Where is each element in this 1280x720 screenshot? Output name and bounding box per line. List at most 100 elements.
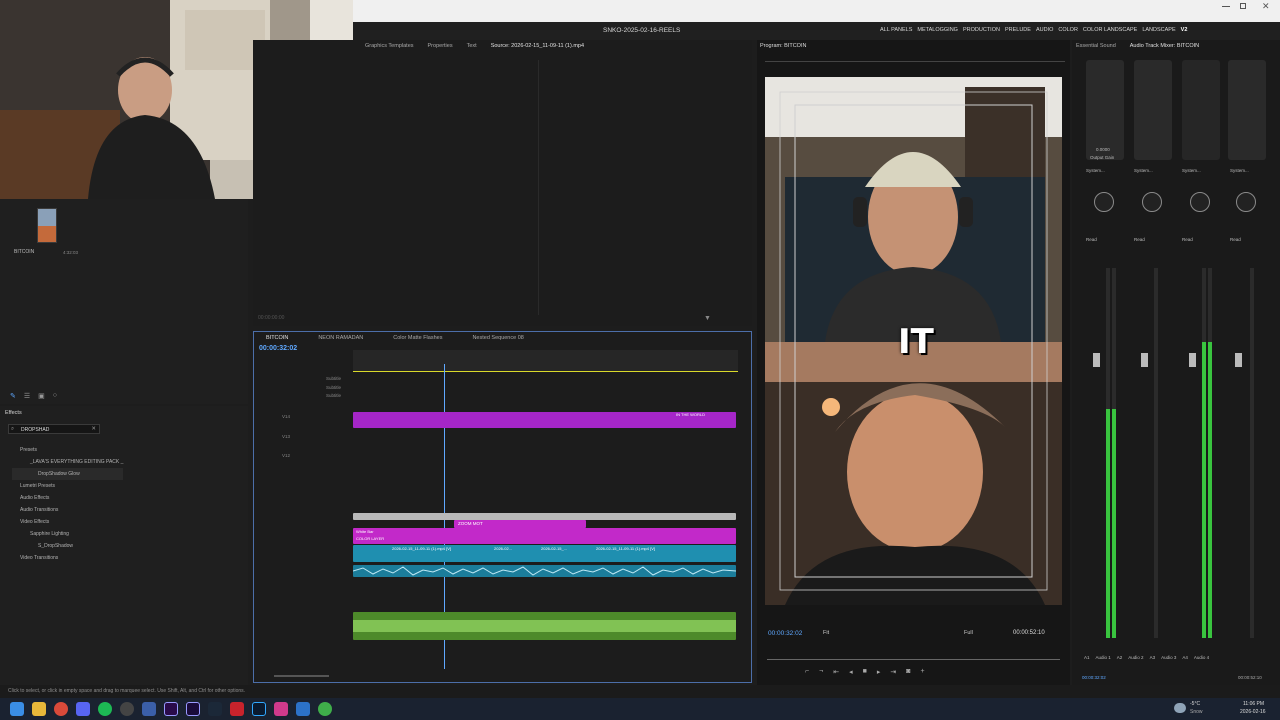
step-forward-icon[interactable]: ▸ [877, 668, 881, 676]
adjustment-clip[interactable] [353, 513, 736, 520]
tree-item[interactable]: Audio Effects [12, 492, 123, 504]
spotify-icon[interactable] [98, 702, 112, 716]
tree-item[interactable]: Audio Transitions [12, 504, 123, 516]
track-label[interactable]: Subtitle [274, 392, 349, 401]
tree-item[interactable]: _LAVA'S EVERYTHING EDITING PACK _ [12, 456, 123, 468]
zoom-slider-icon[interactable]: ○ [53, 392, 57, 400]
tree-item[interactable]: Video Effects [12, 516, 123, 528]
camera-icon[interactable]: ◙ [906, 668, 910, 676]
track-label[interactable]: Subtitle [274, 384, 349, 393]
fader[interactable] [1141, 353, 1148, 367]
windows-start-icon[interactable] [10, 702, 24, 716]
timeline-scrollbar[interactable] [274, 675, 329, 677]
tab-essential-sound[interactable]: Essential Sound [1076, 43, 1116, 49]
workspace-tab[interactable]: PRODUCTION [963, 27, 1000, 33]
tree-item[interactable]: Presets [12, 444, 123, 456]
discord-icon[interactable] [76, 702, 90, 716]
effects-search-input[interactable]: ⌕ DROPSHAD ✕ [8, 424, 100, 434]
pan-knob[interactable] [1236, 192, 1256, 212]
vpn-icon[interactable] [142, 702, 156, 716]
tab-source[interactable]: Source: 2026-02-15_11-09-11 (1).mp4 [491, 43, 584, 49]
tree-item[interactable]: S_DropShadow [12, 540, 123, 552]
app-green-icon[interactable] [318, 702, 332, 716]
time-ruler[interactable] [353, 350, 738, 372]
track-label[interactable]: V14 [274, 413, 349, 422]
photoshop-icon[interactable] [252, 702, 266, 716]
quality-dropdown[interactable]: Full [964, 630, 973, 636]
pencil-icon[interactable]: ✎ [10, 392, 16, 400]
mark-out-icon[interactable]: ¬ [819, 668, 823, 676]
workspace-tab[interactable]: PRELUDE [1005, 27, 1031, 33]
tree-item[interactable]: Video Transitions [12, 552, 123, 564]
clock-time[interactable]: 11:06 PM [1243, 701, 1264, 707]
channel-input-1[interactable]: System... [1086, 168, 1105, 173]
icon-view-icon[interactable]: ▣ [38, 392, 45, 400]
minimize-icon[interactable] [1222, 6, 1230, 7]
fader[interactable] [1093, 353, 1100, 367]
app-pink-icon[interactable] [274, 702, 288, 716]
clear-search-icon[interactable]: ✕ [91, 426, 96, 432]
step-back-icon[interactable]: ◂ [849, 668, 853, 676]
stop-icon[interactable]: ■ [863, 668, 867, 676]
maximize-icon[interactable] [1240, 3, 1246, 9]
tab-neon-ramadan[interactable]: NEON RAMADAN [318, 335, 363, 341]
workspace-tab[interactable]: ALL PANELS [880, 27, 912, 33]
pan-knob[interactable] [1190, 192, 1210, 212]
bin-thumbnail[interactable] [37, 208, 57, 243]
pan-knob[interactable] [1142, 192, 1162, 212]
app-red-icon[interactable] [230, 702, 244, 716]
chrome-icon[interactable] [54, 702, 68, 716]
pan-knob[interactable] [1094, 192, 1114, 212]
tree-item[interactable]: DropShadow Glow [12, 468, 124, 480]
audio-clip-a1[interactable] [352, 565, 737, 577]
tab-text[interactable]: Text [467, 43, 477, 49]
workspace-tab[interactable]: METALOGGING [917, 27, 958, 33]
file-explorer-icon[interactable] [32, 702, 46, 716]
tree-item[interactable]: Lumetri Presets [12, 480, 123, 492]
track-label[interactable]: V13 [274, 433, 349, 442]
program-scrubber[interactable] [767, 659, 1060, 660]
app-blue-icon[interactable] [296, 702, 310, 716]
channel-input-4[interactable]: System... [1230, 168, 1249, 173]
steam-icon[interactable] [208, 702, 222, 716]
weather-icon[interactable] [1174, 703, 1186, 713]
close-icon[interactable]: ✕ [1262, 1, 1270, 12]
filter-icon[interactable]: ▼ [704, 315, 711, 322]
tab-nested-sequence[interactable]: Nested Sequence 08 [472, 335, 523, 341]
automation-mode-3[interactable]: Read [1182, 237, 1193, 242]
clock-date[interactable]: 2026-02-16 [1240, 709, 1266, 715]
fit-dropdown[interactable]: Fit [823, 630, 829, 636]
music-clip[interactable] [353, 612, 736, 640]
go-to-in-icon[interactable]: ⇤ [833, 668, 839, 676]
workspace-tab[interactable]: COLOR [1058, 27, 1078, 33]
track-label[interactable]: V12 [274, 452, 349, 461]
automation-mode-4[interactable]: Read [1230, 237, 1241, 242]
add-button-icon[interactable]: + [920, 668, 924, 676]
workspace-tab-active[interactable]: V2 [1181, 27, 1188, 33]
go-to-out-icon[interactable]: ⇥ [890, 668, 896, 676]
track-label[interactable]: Subtitle [274, 375, 349, 384]
premiere-icon[interactable] [164, 702, 178, 716]
list-view-icon[interactable]: ☰ [24, 392, 30, 400]
automation-mode-2[interactable]: Read [1134, 237, 1145, 242]
automation-mode-1[interactable]: Read [1086, 237, 1097, 242]
fader[interactable] [1235, 353, 1242, 367]
tab-audio-track-mixer[interactable]: Audio Track Mixer: BITCOIN [1130, 43, 1199, 49]
workspace-tab[interactable]: AUDIO [1036, 27, 1053, 33]
channel-input-2[interactable]: System... [1134, 168, 1153, 173]
tab-properties[interactable]: Properties [428, 43, 453, 49]
mark-in-icon[interactable]: ⌐ [805, 668, 809, 676]
fader[interactable] [1189, 353, 1196, 367]
obs-icon[interactable] [120, 702, 134, 716]
tab-bitcoin[interactable]: BITCOIN [266, 335, 288, 341]
workspace-tab[interactable]: COLOR LANDSCAPE [1083, 27, 1137, 33]
channel-input-3[interactable]: System... [1182, 168, 1201, 173]
workspace-tab[interactable]: LANDSCAPE [1142, 27, 1175, 33]
timeline-timecode[interactable]: 00:00:32:02 [259, 345, 297, 352]
tab-color-matte-flashes[interactable]: Color Matte Flashes [393, 335, 442, 341]
after-effects-icon[interactable] [186, 702, 200, 716]
white-bar-clip[interactable] [353, 528, 736, 544]
program-timecode-left[interactable]: 00:00:32:02 [768, 630, 802, 637]
tab-graphics-templates[interactable]: Graphics Templates [365, 43, 414, 49]
tree-item[interactable]: Sapphire Lighting [12, 528, 123, 540]
